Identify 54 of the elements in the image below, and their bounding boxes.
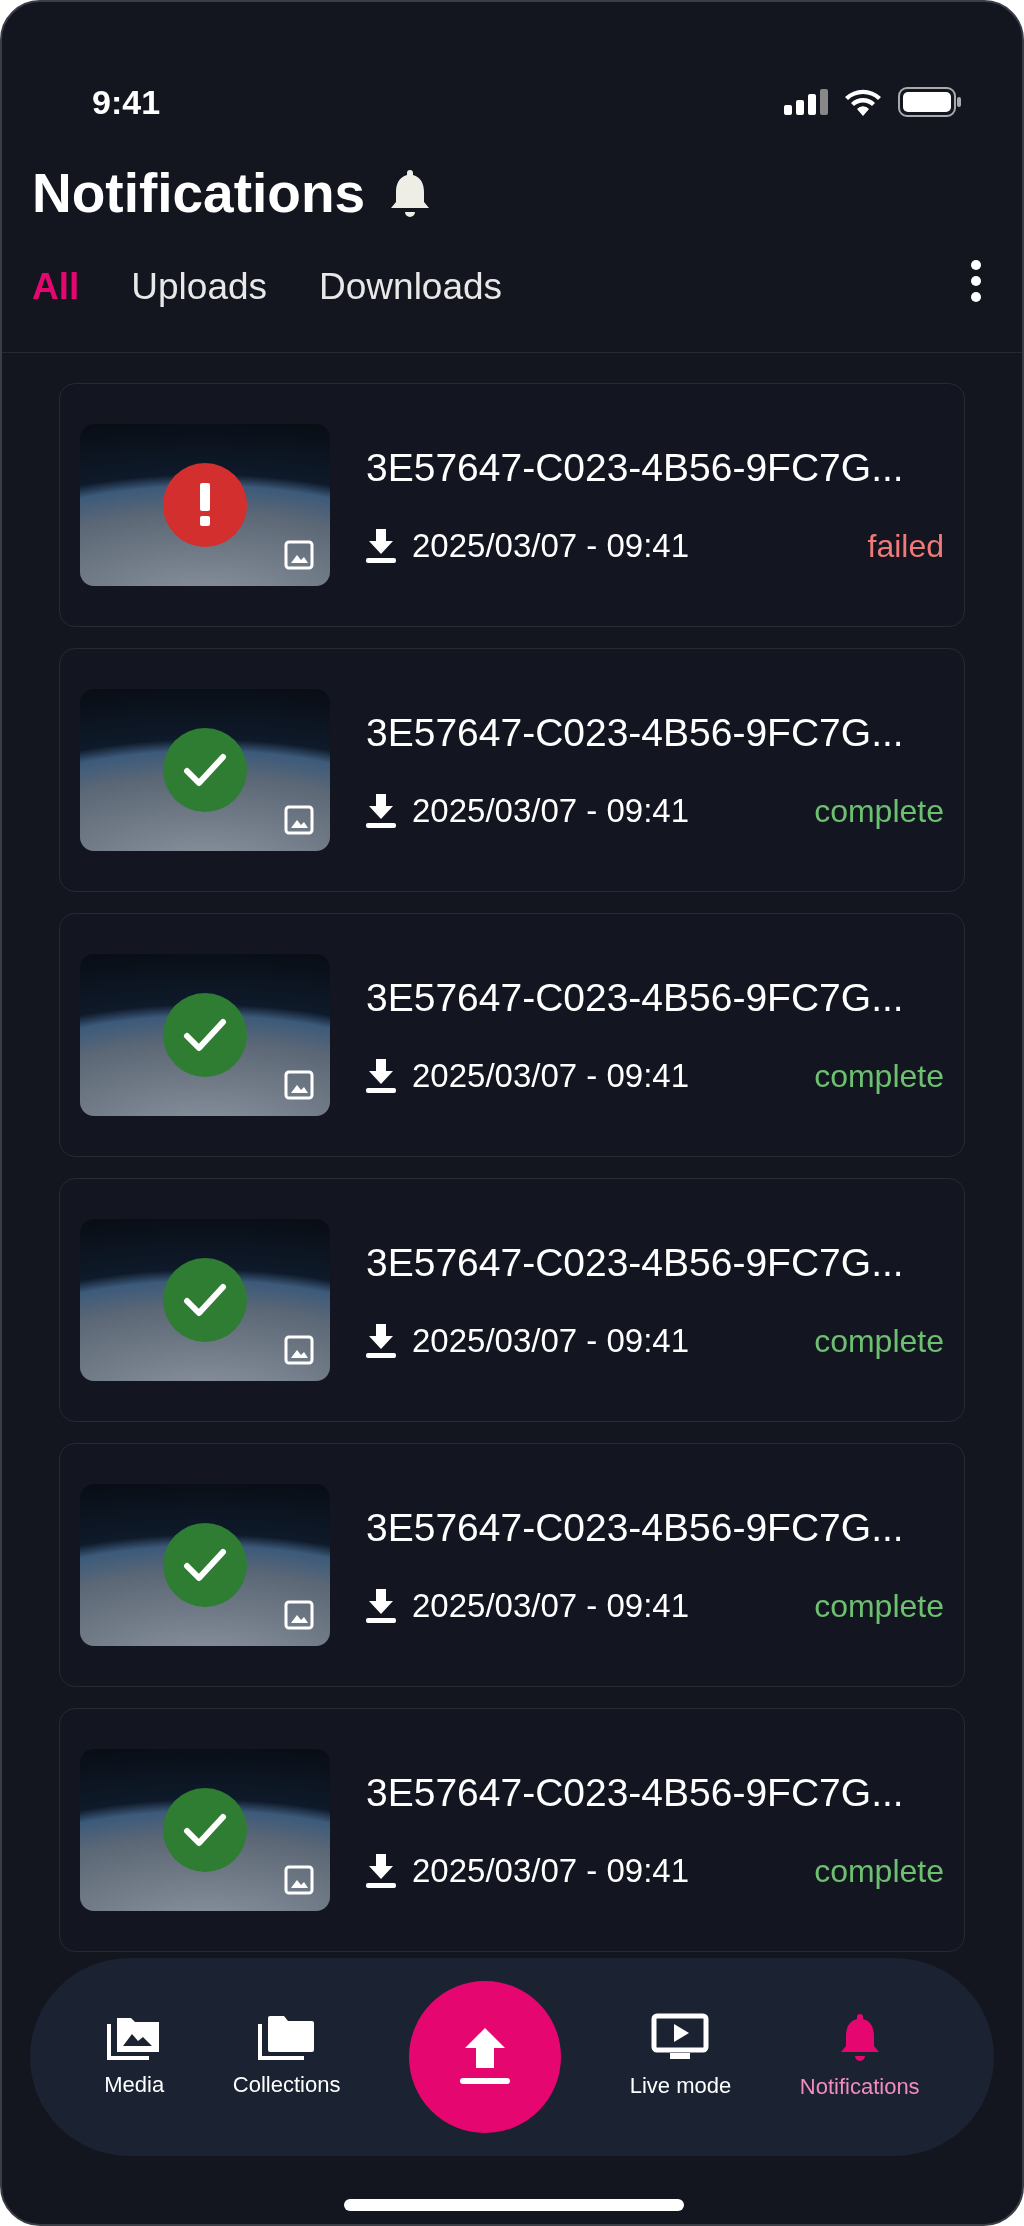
notification-card[interactable]: 3E57647-C023-4B56-9FC7G... 2025/03/07 - 09:41 failed <box>59 382 965 627</box>
date-time: 2025/03/07 - 09:41 <box>412 1586 690 1626</box>
download-icon <box>366 1588 396 1623</box>
download-icon <box>366 1323 396 1358</box>
file-name: 3E57647-C023-4B56-9FC7G... <box>366 1769 905 1816</box>
image-icon <box>284 1069 314 1100</box>
file-name: 3E57647-C023-4B56-9FC7G... <box>366 1239 905 1286</box>
notification-card[interactable]: 3E57647-C023-4B56-9FC7G... 2025/03/07 - 09:41 complete <box>59 1442 965 1687</box>
nav-tab[interactable]: Notifications <box>799 2011 920 2103</box>
play-screen-icon <box>651 2012 710 2061</box>
status-label: complete <box>814 1056 944 1096</box>
file-name: 3E57647-C023-4B56-9FC7G... <box>366 709 905 756</box>
nav-tab[interactable]: Collections <box>232 2013 341 2101</box>
notification-card[interactable]: 3E57647-C023-4B56-9FC7G... 2025/03/07 - 09:41 complete <box>59 912 965 1157</box>
download-icon <box>366 528 396 563</box>
date-time: 2025/03/07 - 09:41 <box>412 1851 690 1891</box>
image-icon <box>284 539 314 570</box>
image-icon <box>284 1599 314 1630</box>
date-time: 2025/03/07 - 09:41 <box>412 1321 690 1361</box>
status-label: complete <box>814 1851 944 1891</box>
folders-icon <box>257 2013 316 2060</box>
status-label: complete <box>814 1321 944 1361</box>
image-icon <box>284 1864 314 1895</box>
status-time: 9:41 <box>92 81 161 123</box>
tab[interactable]: All <box>32 258 80 314</box>
download-icon <box>366 1058 396 1093</box>
notification-card[interactable]: 3E57647-C023-4B56-9FC7G... 2025/03/07 - 09:41 complete <box>59 647 965 892</box>
notification-card[interactable]: 3E57647-C023-4B56-9FC7G... 2025/03/07 - 09:41 complete <box>59 1177 965 1422</box>
download-icon <box>366 793 396 828</box>
download-icon <box>366 1853 396 1888</box>
status-label: complete <box>814 1586 944 1626</box>
file-name: 3E57647-C023-4B56-9FC7G... <box>366 974 905 1021</box>
tab[interactable]: Downloads <box>319 258 503 314</box>
file-name: 3E57647-C023-4B56-9FC7G... <box>366 444 905 491</box>
nav-tab[interactable]: Live mode <box>629 2012 732 2102</box>
wifi-icon <box>844 88 882 116</box>
date-time: 2025/03/07 - 09:41 <box>412 791 690 831</box>
status-label: failed <box>867 526 944 566</box>
vertical-dots-icon <box>970 258 982 303</box>
signal-icon <box>784 89 828 115</box>
bell-icon <box>838 2011 881 2062</box>
upload-arrow-icon <box>460 2028 511 2086</box>
bell-icon <box>389 168 432 219</box>
nav-tab[interactable]: Media <box>104 2013 165 2101</box>
date-time: 2025/03/07 - 09:41 <box>412 1056 690 1096</box>
image-icon <box>284 804 314 835</box>
tab[interactable]: Uploads <box>131 258 268 314</box>
notification-card[interactable]: 3E57647-C023-4B56-9FC7G... 2025/03/07 - 09:41 complete <box>59 1707 965 1952</box>
date-time: 2025/03/07 - 09:41 <box>412 526 690 566</box>
status-label: complete <box>814 791 944 831</box>
page-title: Notifications <box>32 161 366 226</box>
file-name: 3E57647-C023-4B56-9FC7G... <box>366 1504 905 1551</box>
image-icon <box>284 1334 314 1365</box>
battery-icon <box>898 87 962 117</box>
